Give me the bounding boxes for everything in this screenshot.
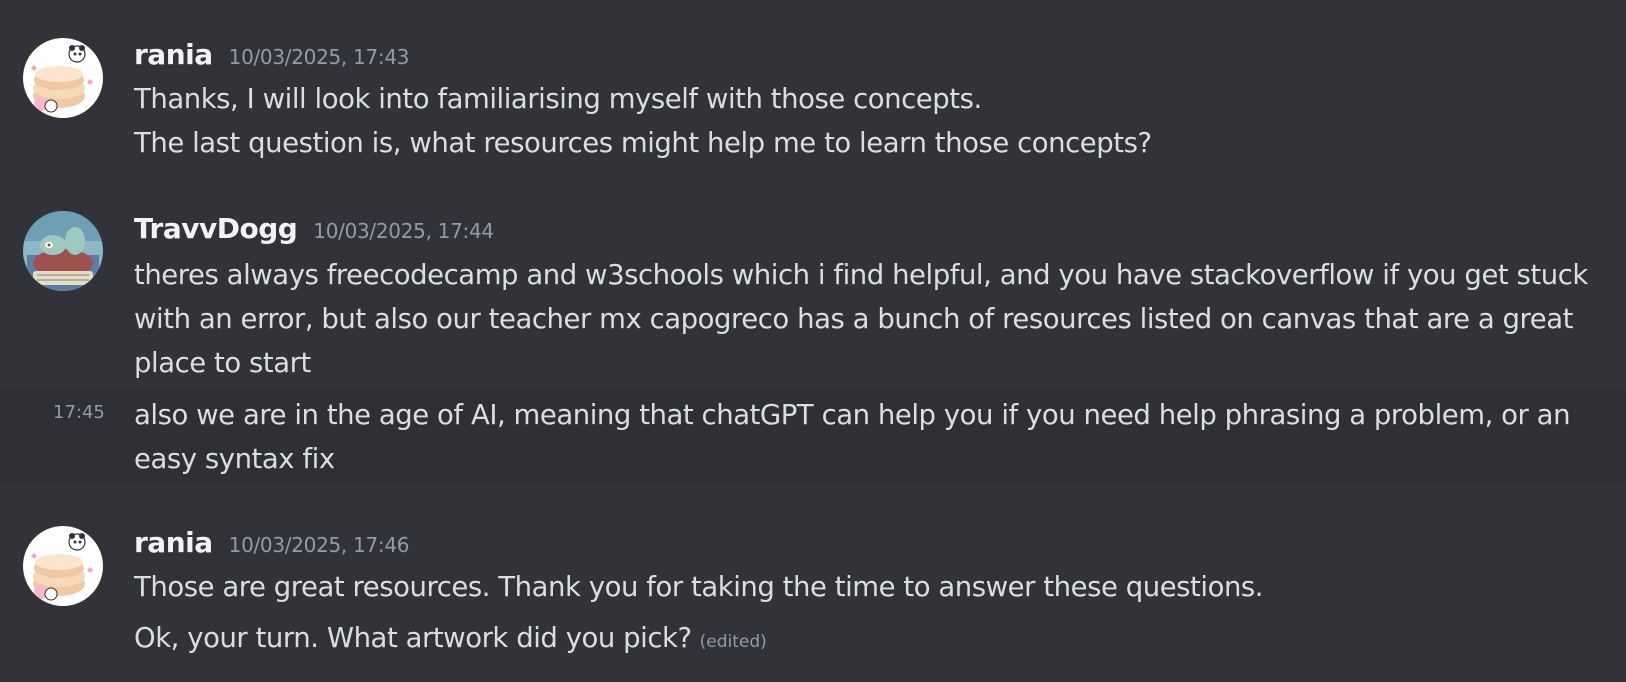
message-line-text: Ok, your turn. What artwork did you pick… [134, 622, 692, 654]
avatar[interactable] [23, 526, 103, 606]
message-text: Those are great resources. Thank you for… [134, 565, 1596, 664]
message-header: rania 10/03/2025, 17:43 [134, 38, 409, 74]
followup-message[interactable]: 17:45 also we are in the age of AI, mean… [0, 387, 1626, 484]
avatar[interactable] [23, 211, 103, 291]
edited-label[interactable]: (edited) [700, 632, 767, 652]
message-line: Ok, your turn. What artwork did you pick… [134, 616, 1596, 664]
message-text: Thanks, I will look into familiarising m… [134, 77, 1596, 165]
timestamp[interactable]: 10/03/2025, 17:43 [229, 45, 410, 69]
username[interactable]: TravvDogg [134, 212, 298, 245]
timestamp[interactable]: 10/03/2025, 17:46 [229, 533, 410, 557]
message-line: Those are great resources. Thank you for… [134, 571, 1264, 603]
message-text: also we are in the age of AI, meaning th… [134, 399, 1571, 475]
hover-timestamp[interactable]: 17:45 [53, 402, 105, 423]
message-header: rania 10/03/2025, 17:46 [134, 526, 409, 562]
panda-pancake-avatar-icon [23, 38, 103, 118]
avatar[interactable] [23, 38, 103, 118]
squidward-avatar-icon [23, 211, 103, 291]
message-line: The last question is, what resources mig… [134, 127, 1152, 159]
message-line: Thanks, I will look into familiarising m… [134, 83, 982, 115]
message-header: TravvDogg 10/03/2025, 17:44 [134, 212, 494, 248]
panda-pancake-avatar-icon [23, 526, 103, 606]
username[interactable]: rania [134, 526, 213, 559]
username[interactable]: rania [134, 38, 213, 71]
timestamp[interactable]: 10/03/2025, 17:44 [313, 219, 494, 243]
message-text: theres always freecodecamp and w3schools… [134, 259, 1588, 379]
